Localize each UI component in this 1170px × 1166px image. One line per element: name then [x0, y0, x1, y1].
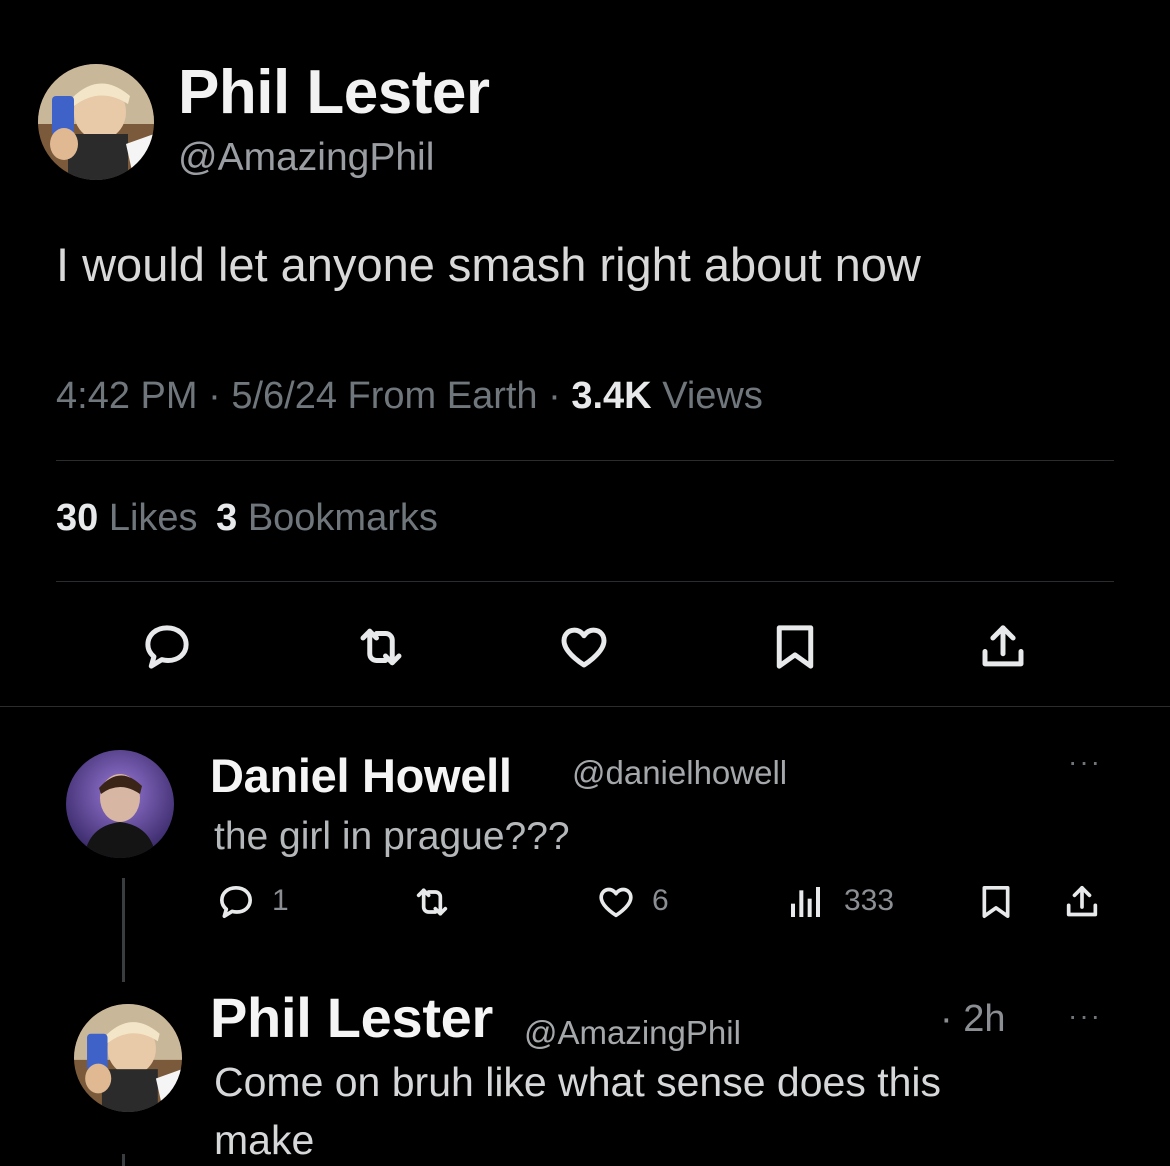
- reply-author-handle[interactable]: @danielhowell: [572, 756, 787, 789]
- bookmarks-stat[interactable]: 3 Bookmarks: [216, 497, 438, 539]
- main-author-handle[interactable]: @AmazingPhil: [178, 138, 434, 177]
- more-options-icon[interactable]: ···: [1068, 1002, 1102, 1030]
- tweet-time: 4:42 PM: [56, 375, 198, 417]
- reply-author-name[interactable]: Daniel Howell: [210, 752, 512, 799]
- likes-stat[interactable]: 30 Likes: [56, 497, 198, 539]
- tweet-meta: 4:42 PM · 5/6/24 From Earth · 3.4K Views: [56, 375, 763, 418]
- tweet-source: From Earth: [336, 375, 538, 417]
- retweet-icon[interactable]: [412, 882, 452, 922]
- divider: [56, 460, 1114, 461]
- bookmark-icon[interactable]: [976, 882, 1016, 922]
- more-options-icon[interactable]: ···: [1068, 748, 1102, 776]
- main-author-name[interactable]: Phil Lester: [178, 62, 490, 124]
- daniel-avatar[interactable]: [66, 750, 174, 858]
- meta-separator: ·: [197, 375, 232, 417]
- phil-avatar[interactable]: [74, 1004, 182, 1112]
- reply-text: the girl in prague???: [214, 815, 570, 858]
- thread-line: [122, 1154, 125, 1166]
- thread-line: [122, 878, 125, 982]
- reply-time[interactable]: · 2h: [940, 1000, 1005, 1038]
- like-icon[interactable]: [596, 882, 636, 922]
- view-count: 333: [844, 884, 895, 917]
- reply-text-line-2: make: [214, 1117, 315, 1163]
- retweet-icon[interactable]: [354, 620, 408, 674]
- views-count: 3.4K: [571, 375, 652, 417]
- tweet-date[interactable]: 5/6/24: [231, 375, 337, 417]
- divider: [56, 581, 1114, 582]
- engagement-stats: 30 Likes 3 Bookmarks: [56, 497, 438, 540]
- likes-count: 30: [56, 497, 99, 539]
- share-icon[interactable]: [976, 620, 1030, 674]
- share-icon[interactable]: [1062, 882, 1102, 922]
- reply-author-handle[interactable]: @AmazingPhil: [524, 1016, 741, 1049]
- bookmarks-label: Bookmarks: [237, 497, 438, 539]
- phil-avatar[interactable]: [38, 64, 154, 180]
- reply-text-line-1: Come on bruh like what sense does this: [214, 1059, 942, 1105]
- reply-count: 1: [272, 884, 289, 917]
- bookmarks-count: 3: [216, 497, 238, 539]
- tweet-text: I would let anyone smash right about now: [56, 238, 921, 291]
- views-icon[interactable]: [786, 882, 826, 922]
- meta-separator: ·: [537, 375, 572, 417]
- reply-icon[interactable]: [140, 620, 194, 674]
- likes-label: Likes: [98, 497, 198, 539]
- reply-icon[interactable]: [216, 882, 256, 922]
- reply-author-name[interactable]: Phil Lester: [210, 990, 493, 1046]
- like-count: 6: [652, 884, 669, 917]
- section-divider: [0, 706, 1170, 707]
- views-label: Views: [651, 375, 763, 417]
- bookmark-icon[interactable]: [768, 620, 822, 674]
- like-icon[interactable]: [557, 620, 611, 674]
